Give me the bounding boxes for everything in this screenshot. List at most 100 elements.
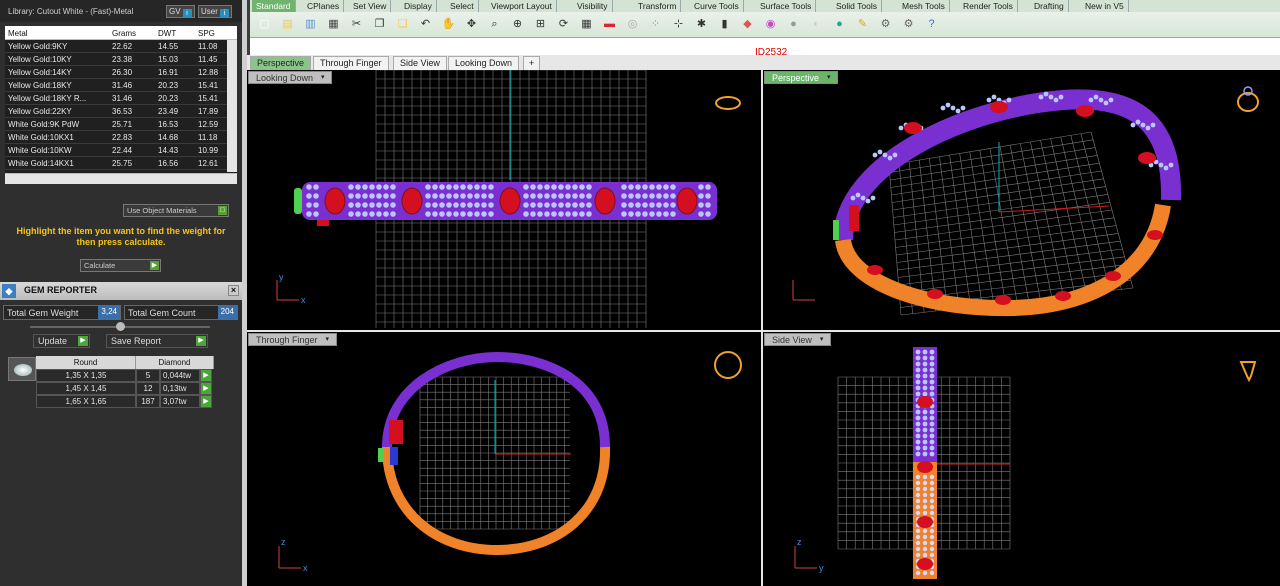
- tab-solid-tools[interactable]: Solid Tools: [832, 0, 882, 12]
- user-toggle[interactable]: User i: [198, 5, 232, 18]
- tab-viewport-layout[interactable]: Viewport Layout: [487, 0, 557, 12]
- metal-row[interactable]: White Gold:10KX1 22.83 14.68 11.18: [5, 131, 237, 144]
- zoom-icon[interactable]: ⌕: [486, 16, 503, 33]
- snap-icon[interactable]: ⊹: [670, 16, 687, 33]
- gem-slider[interactable]: [30, 322, 210, 331]
- add-tab-button[interactable]: +: [523, 56, 541, 70]
- calculate-button[interactable]: Calculate ▶: [80, 259, 161, 272]
- tab-standard[interactable]: Standard: [252, 0, 296, 12]
- grid-icon[interactable]: ▦: [578, 16, 595, 33]
- tab-set-view[interactable]: Set View: [349, 0, 392, 12]
- tab-new-in-v5[interactable]: New in V5: [1081, 0, 1129, 12]
- col-dwt[interactable]: DWT: [155, 26, 195, 39]
- sphere-icon[interactable]: ●: [831, 16, 848, 33]
- gem-row[interactable]: 1,65 X 1,65 187 3,07tw ▶: [36, 395, 216, 408]
- metal-row[interactable]: Yellow Gold:18KY 31.46 20.23 15.41: [5, 79, 237, 92]
- tab-select[interactable]: Select: [446, 0, 479, 12]
- color-icon[interactable]: ◉: [762, 16, 779, 33]
- diamond: [922, 486, 928, 492]
- metal-table-hscroll[interactable]: [5, 173, 237, 184]
- use-object-materials-checkbox[interactable]: Use Object Materials □: [123, 204, 229, 217]
- tab-cplanes[interactable]: CPlanes: [303, 0, 345, 12]
- viewport-perspective[interactable]: Perspective ▾: [763, 70, 1280, 330]
- diamond: [922, 433, 928, 439]
- play-icon[interactable]: ▶: [200, 395, 212, 408]
- pan-icon[interactable]: ✋: [440, 16, 457, 33]
- lock-icon[interactable]: ▮: [716, 16, 733, 33]
- tab-side-view[interactable]: Side View: [393, 56, 447, 70]
- tab-display[interactable]: Display: [400, 0, 437, 12]
- move-icon[interactable]: ✥: [463, 16, 480, 33]
- open-icon[interactable]: ▤: [279, 16, 296, 33]
- tab-surface-tools[interactable]: Surface Tools: [756, 0, 817, 12]
- new-icon[interactable]: ▢: [256, 16, 273, 33]
- gv-toggle-label: GV: [169, 7, 181, 16]
- viewport-through-finger[interactable]: z x Through Finger ▾: [247, 332, 761, 586]
- save-report-button[interactable]: Save Report ▶: [106, 334, 208, 348]
- settings-icon[interactable]: ⚙: [877, 16, 894, 33]
- gem-row[interactable]: 1,35 X 1,35 5 0,044tw ▶: [36, 369, 216, 382]
- diamond: [621, 184, 627, 190]
- metal-row[interactable]: White Gold:14KX1 25.75 16.56 12.61: [5, 157, 237, 170]
- metal-row[interactable]: Yellow Gold:14KY 26.30 16.91 12.88: [5, 66, 237, 79]
- tab-perspective[interactable]: Perspective: [250, 56, 312, 70]
- viewport-label-side-view[interactable]: Side View ▾: [764, 333, 831, 346]
- metal-row[interactable]: Yellow Gold:22KY 36.53 23.49 17.89: [5, 105, 237, 118]
- tab-drafting[interactable]: Drafting: [1030, 0, 1069, 12]
- ghost-icon[interactable]: ◎: [624, 16, 641, 33]
- gv-toggle[interactable]: GV i: [166, 5, 195, 18]
- viewport-side-view[interactable]: z y Side View ▾: [763, 332, 1280, 586]
- gem-row[interactable]: 1,45 X 1,45 12 0,13tw ▶: [36, 382, 216, 395]
- metal-row[interactable]: Yellow Gold:9KY 22.62 14.55 11.08: [5, 40, 237, 53]
- cut-icon[interactable]: ✂: [348, 16, 365, 33]
- update-button[interactable]: Update ▶: [33, 334, 90, 348]
- save-icon[interactable]: ▥: [302, 16, 319, 33]
- play-icon[interactable]: ▶: [200, 382, 212, 395]
- rotate-icon[interactable]: ⟳: [555, 16, 572, 33]
- metal-table-vscroll[interactable]: [227, 40, 237, 172]
- paste-icon[interactable]: ❏: [394, 16, 411, 33]
- tab-looking-down[interactable]: Looking Down: [448, 56, 520, 70]
- pen-icon[interactable]: ✎: [854, 16, 871, 33]
- viewport-splitter-v[interactable]: [761, 70, 763, 586]
- diamond: [915, 361, 921, 367]
- light-icon[interactable]: ✱: [693, 16, 710, 33]
- layer-icon[interactable]: ◆: [739, 16, 756, 33]
- render-icon[interactable]: ◐: [808, 16, 825, 33]
- zoom-window-icon[interactable]: ⊕: [509, 16, 526, 33]
- points-icon[interactable]: ⁘: [647, 16, 664, 33]
- col-metal[interactable]: Metal: [5, 26, 109, 39]
- diamond: [537, 184, 543, 190]
- viewport-splitter-h[interactable]: [247, 330, 1280, 332]
- options-icon[interactable]: ⚙: [900, 16, 917, 33]
- tab-visibility[interactable]: Visibility: [573, 0, 613, 12]
- metal-row[interactable]: Yellow Gold:18KY R... 31.46 20.23 15.41: [5, 92, 237, 105]
- viewport-label-perspective[interactable]: Perspective ▾: [764, 71, 839, 84]
- metal-row[interactable]: White Gold:9K PdW 25.71 16.53 12.59: [5, 118, 237, 131]
- metal-row[interactable]: White Gold:10KW 22.44 14.43 10.99: [5, 144, 237, 157]
- viewport-looking-down[interactable]: y x Looking Down ▾: [247, 70, 761, 330]
- viewport-label-through-finger[interactable]: Through Finger ▾: [248, 333, 337, 346]
- tab-curve-tools[interactable]: Curve Tools: [690, 0, 744, 12]
- tab-mesh-tools[interactable]: Mesh Tools: [898, 0, 950, 12]
- tab-render-tools[interactable]: Render Tools: [959, 0, 1018, 12]
- command-area[interactable]: ID2532: [250, 38, 1280, 58]
- tab-transform[interactable]: Transform: [634, 0, 682, 12]
- tab-through-finger[interactable]: Through Finger: [313, 56, 389, 70]
- col-spg[interactable]: SPG: [195, 26, 225, 39]
- metal-row[interactable]: Yellow Gold:10KY 23.38 15.03 11.45: [5, 53, 237, 66]
- copy-icon[interactable]: ❐: [371, 16, 388, 33]
- col-grams[interactable]: Grams: [109, 26, 155, 39]
- slider-knob[interactable]: [116, 322, 125, 331]
- car-icon[interactable]: ▬: [601, 16, 618, 33]
- help-icon[interactable]: ?: [923, 16, 940, 33]
- material-icon[interactable]: ●: [785, 16, 802, 33]
- play-icon[interactable]: ▶: [200, 369, 212, 382]
- close-icon[interactable]: ×: [228, 285, 239, 296]
- diamond: [376, 202, 382, 208]
- undo-icon[interactable]: ↶: [417, 16, 434, 33]
- metal-table[interactable]: Metal Grams DWT SPG Yellow Gold:9KY 22.62…: [5, 26, 237, 184]
- viewport-label-looking-down[interactable]: Looking Down ▾: [248, 71, 333, 84]
- zoom-extents-icon[interactable]: ⊞: [532, 16, 549, 33]
- print-icon[interactable]: ▦: [325, 16, 342, 33]
